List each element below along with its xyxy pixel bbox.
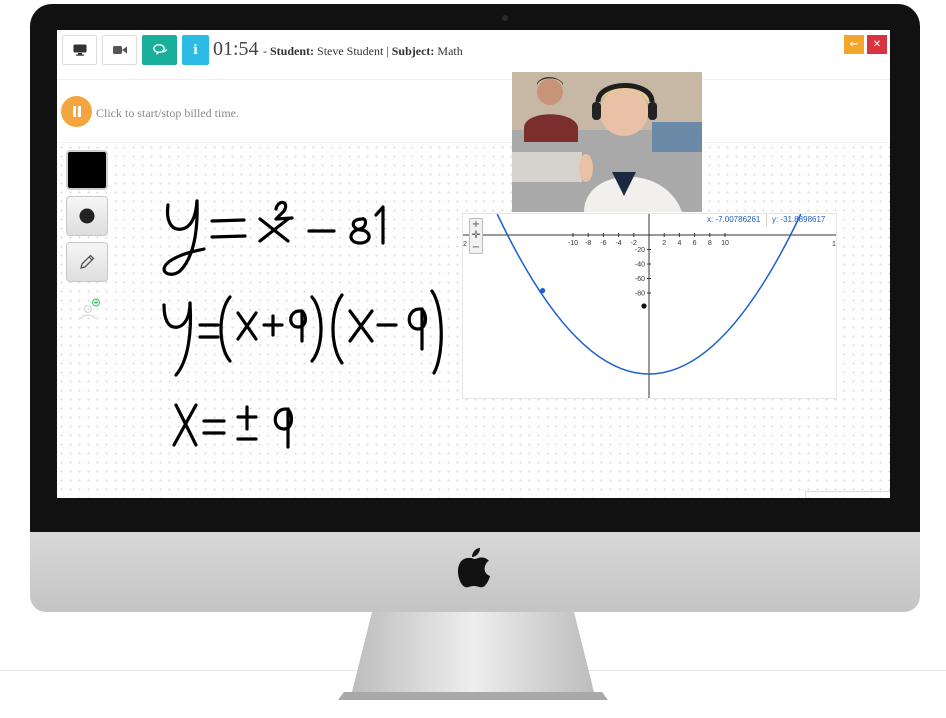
session-header: i 01:54 - Student: Steve Student | Subje…	[57, 30, 890, 80]
y-tick-label: -80	[635, 291, 645, 298]
x-tick-label: 4	[677, 240, 681, 247]
desktop-mockup: i 01:54 - Student: Steve Student | Subje…	[0, 0, 946, 718]
subject-label: Subject:	[391, 44, 435, 58]
x-tick-label: -2	[631, 240, 637, 247]
curve-point[interactable]	[540, 288, 546, 294]
video-camera-icon	[112, 46, 127, 54]
monitor-icon	[73, 44, 86, 56]
session-timer: 01:54	[213, 38, 259, 60]
student-name: Steve Student	[317, 44, 384, 58]
minimize-button[interactable]: ←	[844, 35, 864, 54]
x-tick-label: 6	[693, 240, 697, 247]
chat-bubbles-icon	[152, 44, 167, 55]
right-edge-label: 1	[832, 241, 836, 248]
y-tick-label: -40	[635, 262, 645, 269]
chat-button[interactable]	[142, 35, 177, 65]
subject-name: Math	[437, 44, 463, 58]
pen-tool-button[interactable]	[66, 242, 108, 282]
separator-dash: -	[263, 44, 267, 58]
monitor-stand	[338, 612, 608, 700]
brush-size-button[interactable]	[66, 196, 108, 236]
y-tick-label: -60	[635, 276, 645, 283]
pencil-icon	[80, 254, 95, 269]
left-edge-label: 2	[463, 241, 467, 248]
color-picker-button[interactable]	[66, 150, 108, 190]
corner-box	[805, 491, 890, 498]
x-tick-label: -6	[600, 240, 606, 247]
x-tick-label: 2	[662, 240, 666, 247]
x-tick-label: 8	[708, 240, 712, 247]
coordinate-separator	[766, 214, 767, 226]
close-icon: ✕	[872, 39, 882, 50]
cursor-point	[641, 303, 647, 309]
x-tick-label: -4	[615, 240, 621, 247]
video-feed-participants	[512, 72, 702, 212]
y-tick-label: -20	[635, 247, 645, 254]
x-tick-label: -8	[585, 240, 591, 247]
coordinate-y-readout: y: -31.8898617	[772, 215, 826, 224]
apple-logo-icon	[457, 548, 490, 588]
dot-icon	[79, 208, 95, 224]
info-button[interactable]: i	[182, 35, 209, 65]
video-call-button[interactable]	[102, 35, 137, 65]
webcam-dot	[502, 15, 508, 21]
billing-pause-button[interactable]	[61, 96, 92, 127]
arrow-left-icon: ←	[849, 39, 859, 50]
zoom-out-icon[interactable]: −	[470, 242, 482, 254]
zoom-control: + ✛ −	[469, 218, 483, 254]
screen-share-button[interactable]	[62, 35, 97, 65]
student-label: Student:	[270, 44, 315, 58]
graph-panel[interactable]: -10 -8 -6 -4 -2 2 4 6 8 10 -20 -40 -60 -80 2 1 x: -7…	[462, 213, 837, 399]
session-info: - Student: Steve Student | Subject: Math	[263, 44, 463, 59]
coordinate-x-readout: x: -7.00786261	[707, 215, 761, 224]
add-user-icon[interactable]	[79, 298, 101, 320]
pan-icon[interactable]: ✛	[470, 230, 482, 242]
handwritten-equations	[162, 199, 443, 449]
parabola-graph: -10 -8 -6 -4 -2 2 4 6 8 10 -20 -40 -60 -80 2 1	[463, 214, 836, 398]
info-icon: i	[193, 42, 198, 58]
close-button[interactable]: ✕	[867, 35, 887, 54]
info-divider: |	[386, 44, 389, 58]
billing-label: Click to start/stop billed time.	[96, 106, 239, 120]
pause-icon	[72, 106, 81, 117]
x-tick-label: 10	[721, 240, 729, 247]
x-tick-label: -10	[568, 240, 578, 247]
screen: i 01:54 - Student: Steve Student | Subje…	[57, 30, 890, 498]
